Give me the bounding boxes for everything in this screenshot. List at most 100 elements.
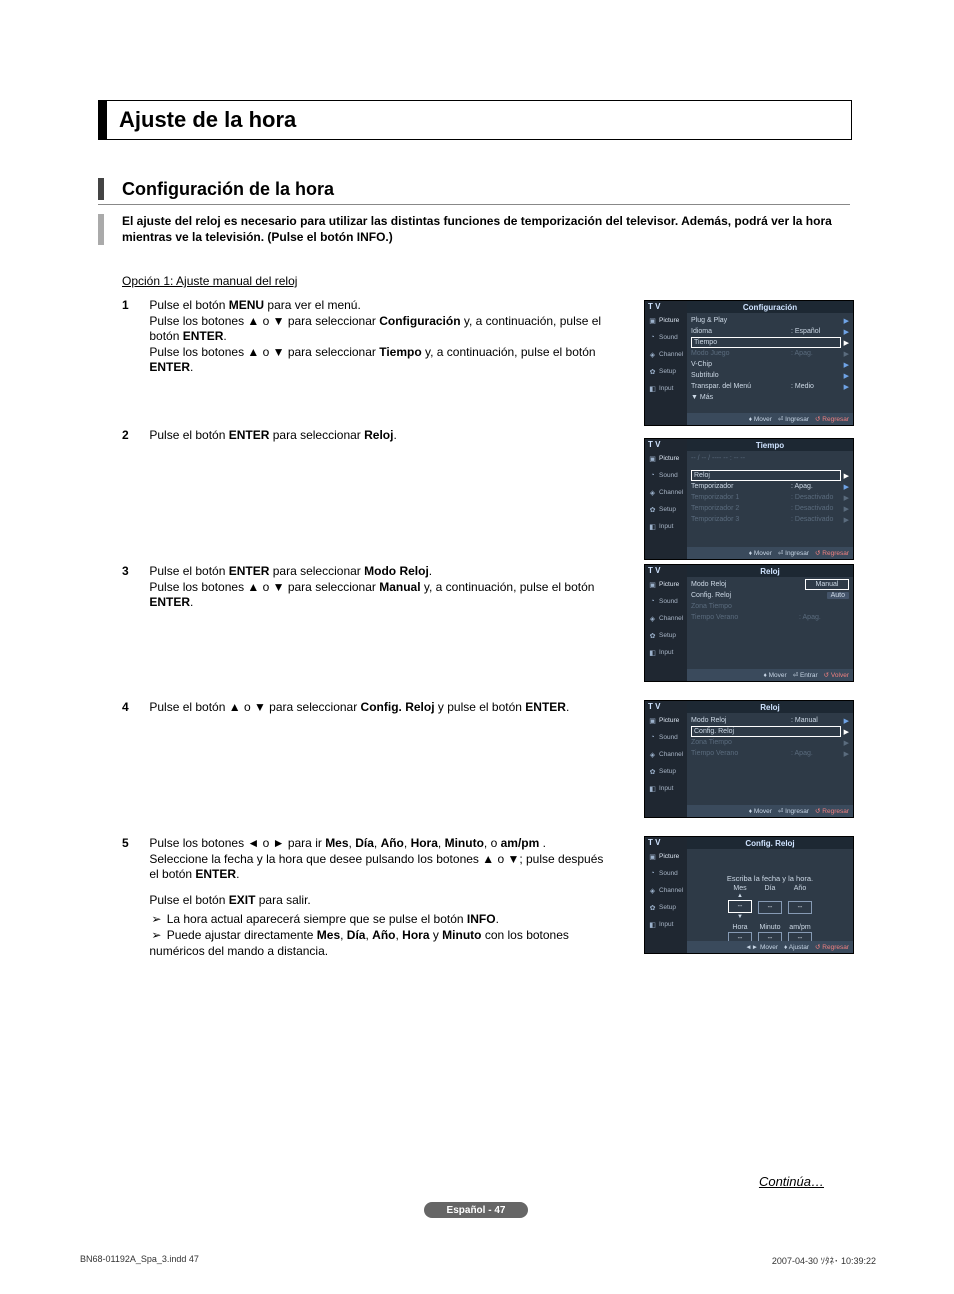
step-number: 5 (122, 836, 146, 852)
osd-main-title: Reloj (687, 701, 853, 713)
osd-screenshot-tiempo: T V ▣Picture ◔Sound ◈Channel ✿Setup ◧Inp… (644, 438, 852, 558)
step-body: Pulse el botón ENTER para seleccionar Re… (149, 428, 609, 444)
gear-icon: ✿ (648, 631, 657, 640)
gear-icon: ✿ (648, 367, 657, 376)
sound-icon: ◔ (648, 869, 657, 878)
step-number: 1 (122, 298, 146, 314)
step-number: 2 (122, 428, 146, 444)
osd-side-picture: ▣Picture (645, 712, 687, 729)
osd-date-placeholder: -- / -- / ---- -- : -- -- (691, 453, 849, 464)
osd-row-more: ▼ Más (691, 392, 849, 403)
step-5: 5 Pulse los botones ◄ o ► para ir Mes, D… (122, 836, 622, 959)
channel-icon: ◈ (648, 350, 657, 359)
section-title: Configuración de la hora (122, 179, 334, 200)
step-3: 3 Pulse el botón ENTER para seleccionar … (122, 564, 622, 611)
osd-side-channel: ◈Channel (645, 484, 687, 501)
step-4: 4 Pulse el botón ▲ o ▼ para seleccionar … (122, 700, 622, 716)
osd-footer: ◄► Mover♦ Ajustar↺ Regresar (687, 941, 853, 953)
osd-row: Modo RelojManual (691, 579, 849, 590)
osd-side-sound: ◔Sound (645, 467, 687, 484)
osd-screenshot-reloj-modo: T V ▣Picture ◔Sound ◈Channel ✿Setup ◧Inp… (644, 564, 852, 680)
note-arrow-icon: ➢ (149, 928, 163, 944)
osd-row: Subtítulo▶ (691, 370, 849, 381)
sound-icon: ◔ (648, 471, 657, 480)
osd-tv-label: T V (645, 439, 687, 450)
lead-paragraph: El ajuste del reloj es necesario para ut… (98, 214, 850, 245)
step-number: 3 (122, 564, 146, 580)
step-number: 4 (122, 700, 146, 716)
osd-side-input: ◧Input (645, 518, 687, 535)
channel-icon: ◈ (648, 488, 657, 497)
osd-main-title: Tiempo (687, 439, 853, 451)
channel-icon: ◈ (648, 886, 657, 895)
osd-row: V-Chip▶ (691, 359, 849, 370)
section-header: Configuración de la hora (98, 178, 850, 200)
osd-side-channel: ◈Channel (645, 346, 687, 363)
channel-icon: ◈ (648, 614, 657, 623)
continue-label: Continúa… (759, 1174, 824, 1189)
section-bar-accent (98, 178, 104, 200)
osd-footer: ♦ Mover⏎ Ingresar↺ Regresar (687, 547, 853, 559)
picture-icon: ▣ (648, 580, 657, 589)
osd-side-channel: ◈Channel (645, 746, 687, 763)
osd-footer: ♦ Mover⏎ Ingresar↺ Regresar (687, 805, 853, 817)
osd-screenshot-configuracion: T V ▣Picture ◔Sound ◈Channel ✿Setup ◧Inp… (644, 300, 852, 424)
sound-icon: ◔ (648, 333, 657, 342)
osd-row: Idioma: Español▶ (691, 326, 849, 337)
osd-main-title: Config. Reloj (687, 837, 853, 849)
osd-side-picture: ▣Picture (645, 312, 687, 329)
osd-main-title: Reloj (687, 565, 853, 577)
channel-icon: ◈ (648, 750, 657, 759)
osd-row-dim: Tiempo Verano: Apag. (691, 612, 849, 623)
osd-side-input: ◧Input (645, 780, 687, 797)
osd-row-highlighted: Config. Reloj▶ (691, 726, 849, 737)
osd-side-input: ◧Input (645, 916, 687, 933)
picture-icon: ▣ (648, 454, 657, 463)
osd-row-dim: Zona Tiempo (691, 601, 849, 612)
input-icon: ◧ (648, 522, 657, 531)
osd-screenshot-config-reloj: T V ▣Picture ◔Sound ◈Channel ✿Setup ◧Inp… (644, 836, 852, 952)
osd-row: Temporizador: Apag.▶ (691, 481, 849, 492)
osd-row: Config. RelojAuto (691, 590, 849, 601)
lead-bar-accent (98, 214, 104, 245)
osd-row-dim: Modo Juego: Apag.▶ (691, 348, 849, 359)
osd-side-picture: ▣Picture (645, 848, 687, 865)
osd-row-dim: Tiempo Verano: Apag.▶ (691, 748, 849, 759)
osd-date-row-1: Mes▲--▼ Día-- Año-- (728, 885, 812, 922)
page-title: Ajuste de la hora (119, 107, 296, 133)
page-title-box: Ajuste de la hora (98, 100, 852, 140)
lead-text: El ajuste del reloj es necesario para ut… (122, 214, 850, 245)
osd-row: Transpar. del Menú: Medio▶ (691, 381, 849, 392)
osd-sidebar: T V ▣Picture ◔Sound ◈Channel ✿Setup ◧Inp… (645, 439, 687, 559)
osd-prompt: Escriba la fecha y la hora. (727, 874, 813, 883)
input-icon: ◧ (648, 648, 657, 657)
osd-sidebar: T V ▣Picture ◔Sound ◈Channel ✿Setup ◧Inp… (645, 565, 687, 681)
step-body: Pulse los botones ◄ o ► para ir Mes, Día… (149, 836, 609, 959)
note-arrow-icon: ➢ (149, 912, 163, 928)
title-bar-accent (99, 101, 107, 139)
osd-tv-label: T V (645, 837, 687, 848)
step-2: 2 Pulse el botón ENTER para seleccionar … (122, 428, 622, 444)
osd-screenshot-reloj-config: T V ▣Picture ◔Sound ◈Channel ✿Setup ◧Inp… (644, 700, 852, 816)
osd-row: Modo Reloj: Manual▶ (691, 715, 849, 726)
osd-side-picture: ▣Picture (645, 576, 687, 593)
gear-icon: ✿ (648, 903, 657, 912)
input-icon: ◧ (648, 784, 657, 793)
picture-icon: ▣ (648, 316, 657, 325)
osd-side-sound: ◔Sound (645, 329, 687, 346)
osd-sidebar: T V ▣Picture ◔Sound ◈Channel ✿Setup ◧Inp… (645, 837, 687, 953)
osd-row-highlighted: Tiempo▶ (691, 337, 849, 348)
osd-footer: ♦ Mover⏎ Entrar↺ Volver (687, 669, 853, 681)
osd-row-dim: Temporizador 3: Desactivado▶ (691, 514, 849, 525)
picture-icon: ▣ (648, 716, 657, 725)
osd-tv-label: T V (645, 565, 687, 576)
osd-row: Plug & Play▶ (691, 315, 849, 326)
osd-row-dim: Zona Tiempo▶ (691, 737, 849, 748)
page-pill: Español - 47 (424, 1202, 528, 1218)
osd-sidebar: T V ▣Picture ◔Sound ◈Channel ✿Setup ◧Inp… (645, 701, 687, 817)
osd-row-dim: Temporizador 1: Desactivado▶ (691, 492, 849, 503)
step-body: Pulse el botón ▲ o ▼ para seleccionar Co… (149, 700, 609, 716)
input-icon: ◧ (648, 384, 657, 393)
input-icon: ◧ (648, 920, 657, 929)
step-body: Pulse el botón ENTER para seleccionar Mo… (149, 564, 609, 611)
